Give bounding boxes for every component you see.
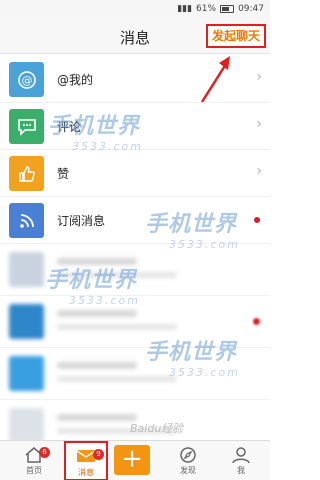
signal-icon: ▮▮▮ bbox=[177, 4, 193, 14]
bottom-tab-bar: 6 首页 9 消息 + 发现 我 bbox=[0, 440, 270, 480]
home-icon: 6 bbox=[24, 446, 50, 464]
conversation-preview-blurred bbox=[57, 324, 177, 330]
conversation-title-blurred bbox=[57, 362, 137, 369]
chevron-right-icon: › bbox=[256, 163, 262, 179]
battery-icon bbox=[220, 5, 235, 13]
tab-label: 消息 bbox=[78, 468, 94, 477]
tab-label: 首页 bbox=[26, 466, 42, 475]
header: 消息 发起聊天 bbox=[0, 18, 270, 54]
message-category-list: @ @我的 › 评论 › 赞 › 订阅消息 bbox=[0, 56, 270, 452]
list-item-subscriptions[interactable]: 订阅消息 bbox=[0, 197, 270, 244]
avatar bbox=[9, 304, 44, 339]
clock: 09:47 bbox=[238, 4, 264, 14]
avatar bbox=[9, 408, 44, 443]
rss-icon bbox=[9, 203, 44, 238]
conversation-preview-blurred bbox=[57, 272, 177, 278]
list-item-likes[interactable]: 赞 › bbox=[0, 150, 270, 197]
status-bar: ▮▮▮ 61% 09:47 bbox=[0, 0, 270, 18]
start-chat-button[interactable]: 发起聊天 bbox=[205, 24, 266, 48]
tab-home[interactable]: 6 首页 bbox=[12, 441, 56, 480]
conversation-title-blurred bbox=[57, 258, 137, 265]
chevron-right-icon: › bbox=[256, 69, 262, 85]
envelope-icon: 9 bbox=[76, 448, 104, 466]
avatar bbox=[9, 252, 44, 287]
baidu-watermark: Baidu经验 bbox=[130, 422, 184, 435]
conversation-preview-blurred bbox=[57, 376, 177, 382]
tab-label: 我 bbox=[237, 466, 245, 475]
unread-dot bbox=[254, 217, 260, 223]
chevron-right-icon: › bbox=[256, 116, 262, 132]
conversation-row[interactable] bbox=[0, 348, 270, 400]
list-item-comments[interactable]: 评论 › bbox=[0, 103, 270, 150]
list-item-label: 赞 bbox=[57, 167, 70, 181]
tab-messages[interactable]: 9 消息 bbox=[64, 441, 108, 480]
messages-badge: 9 bbox=[93, 449, 104, 460]
person-icon bbox=[231, 446, 251, 464]
conversation-row[interactable] bbox=[0, 244, 270, 296]
post-button[interactable]: + bbox=[114, 445, 150, 475]
conversation-row[interactable] bbox=[0, 296, 270, 348]
comment-icon bbox=[9, 109, 44, 144]
unread-dot bbox=[253, 318, 260, 325]
list-item-label: 订阅消息 bbox=[57, 214, 106, 228]
conversation-title-blurred bbox=[57, 310, 137, 317]
list-item-label: 评论 bbox=[57, 120, 82, 134]
home-badge: 6 bbox=[39, 447, 50, 458]
tab-discover[interactable]: 发现 bbox=[166, 441, 210, 480]
list-item-at-me[interactable]: @ @我的 › bbox=[0, 56, 270, 103]
svg-text:@: @ bbox=[21, 74, 32, 87]
avatar bbox=[9, 356, 44, 391]
tab-me[interactable]: 我 bbox=[219, 441, 263, 480]
at-icon: @ bbox=[9, 62, 44, 97]
battery-percent: 61% bbox=[196, 4, 217, 14]
status-bar-right: ▮▮▮ 61% 09:47 bbox=[177, 3, 264, 15]
conversation-title-blurred bbox=[57, 414, 137, 421]
compass-icon bbox=[178, 446, 198, 464]
list-item-label: @我的 bbox=[57, 73, 94, 87]
tab-label: 发现 bbox=[180, 466, 196, 475]
thumbs-up-icon bbox=[9, 156, 44, 191]
